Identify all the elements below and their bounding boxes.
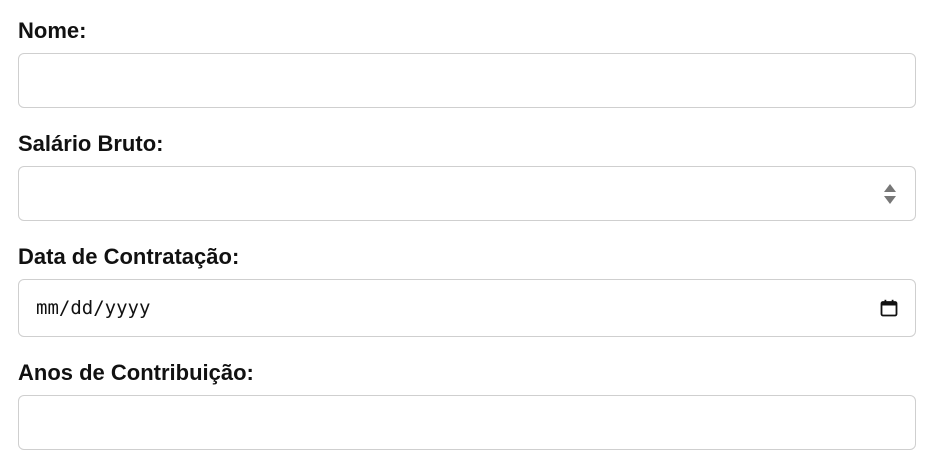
anos-label: Anos de Contribuição: bbox=[18, 360, 254, 385]
calendar-icon[interactable] bbox=[880, 299, 898, 317]
nome-label: Nome: bbox=[18, 18, 87, 43]
anos-input[interactable] bbox=[18, 395, 916, 450]
data-label: Data de Contratação: bbox=[18, 244, 240, 269]
data-contratacao-input[interactable]: mm/dd/yyyy bbox=[18, 279, 916, 337]
salario-label: Salário Bruto: bbox=[18, 131, 164, 156]
spin-up-down-icon[interactable] bbox=[883, 181, 897, 207]
employee-form: Nome: Salário Bruto: Data de Contratação… bbox=[0, 0, 926, 458]
nome-input[interactable] bbox=[18, 53, 916, 108]
salario-input[interactable] bbox=[18, 166, 916, 221]
date-placeholder: mm/dd/yyyy bbox=[36, 297, 151, 319]
